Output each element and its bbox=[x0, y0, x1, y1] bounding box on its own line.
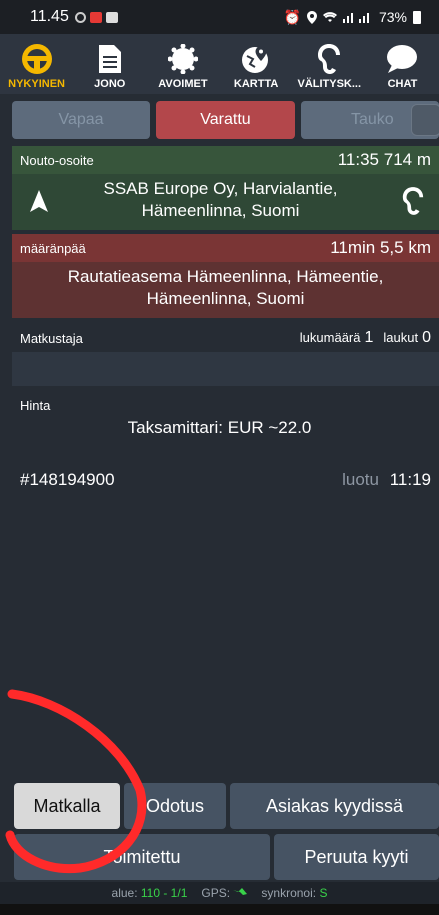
created-time: 11:19 bbox=[389, 470, 431, 489]
nav-tab-nykyinen[interactable]: NYKYINEN bbox=[0, 34, 73, 94]
pickup-label: Nouto-osoite bbox=[20, 152, 94, 168]
image-icon bbox=[105, 11, 118, 23]
bags-count: 0 bbox=[422, 329, 431, 346]
document-icon bbox=[98, 45, 121, 73]
nav-label: VÄLITYSK... bbox=[297, 78, 362, 90]
battery-percent: 73% bbox=[378, 9, 407, 25]
pickup-eta: 11:35 714 m bbox=[337, 150, 431, 169]
signal-icon bbox=[342, 12, 369, 23]
alarm-icon: ⏰ bbox=[283, 8, 301, 25]
price-label: Hinta bbox=[20, 398, 51, 413]
steering-wheel-icon bbox=[21, 44, 52, 74]
gps-label: GPS: bbox=[201, 886, 231, 900]
pickup-address: SSAB Europe Oy, Harvialantie, Hämeenlinn… bbox=[72, 178, 369, 222]
passenger-label: Matkustaja bbox=[20, 330, 83, 346]
order-created: luotu 11:19 bbox=[342, 470, 431, 490]
destination-address-line2: Hämeenlinna, Suomi bbox=[146, 289, 305, 308]
bags-label: laukut bbox=[383, 330, 419, 345]
nav-label: NYKYINEN bbox=[8, 78, 65, 90]
nav-tab-chat[interactable]: CHAT bbox=[366, 34, 439, 94]
pickup-address-panel[interactable]: SSAB Europe Oy, Harvialantie, Hämeenlinn… bbox=[12, 174, 439, 230]
destination-address-line1: Rautatieasema Hämeenlinna, Hämeentie, bbox=[67, 267, 384, 286]
starburst-icon bbox=[167, 44, 198, 74]
nav-label: CHAT bbox=[387, 78, 418, 90]
ear-icon[interactable] bbox=[401, 186, 425, 216]
nav-label: AVOIMET bbox=[158, 78, 208, 90]
break-switch[interactable] bbox=[411, 104, 439, 136]
destination-label: määränpää bbox=[20, 240, 86, 256]
sync-value: S bbox=[319, 886, 328, 900]
cancel-ride-button[interactable]: Peruuta kyyti bbox=[274, 834, 439, 880]
sync-label: synkronoi: bbox=[261, 886, 317, 900]
nav-tab-jono[interactable]: JONO bbox=[73, 34, 146, 94]
pickup-address-line2: Hämeenlinna, Suomi bbox=[141, 201, 300, 220]
area-value: 110 - 1/1 bbox=[140, 886, 188, 900]
ear-icon bbox=[318, 44, 341, 74]
pickup-header: Nouto-osoite 11:35 714 m bbox=[12, 146, 439, 174]
passenger-count: 1 bbox=[364, 329, 374, 346]
state-free-button[interactable]: Vapaa bbox=[12, 101, 150, 139]
top-navigation: NYKYINEN JONO AVOIMET KARTTA VÄLITYSK...… bbox=[0, 34, 439, 94]
system-navigation-bar bbox=[0, 904, 439, 915]
area-label: alue: bbox=[111, 886, 138, 900]
nav-label: JONO bbox=[94, 78, 126, 90]
pickup-address-line1: SSAB Europe Oy, Harvialantie, bbox=[103, 179, 338, 198]
battery-icon bbox=[413, 10, 421, 24]
nav-tab-valitys[interactable]: VÄLITYSK... bbox=[293, 34, 366, 94]
chat-bubble-icon bbox=[387, 45, 418, 73]
availability-toggle: Vapaa Varattu Tauko bbox=[0, 98, 439, 142]
delivered-button[interactable]: Toimitettu bbox=[14, 834, 270, 880]
destination-address-panel[interactable]: Rautatieasema Hämeenlinna, Hämeentie, Hä… bbox=[12, 262, 439, 318]
satellite-icon bbox=[233, 888, 248, 895]
order-id: #148194900 bbox=[20, 470, 115, 489]
circle-icon bbox=[74, 11, 86, 23]
destination-address: Rautatieasema Hämeenlinna, Hämeentie, Hä… bbox=[12, 266, 439, 310]
state-break-button[interactable]: Tauko bbox=[301, 101, 439, 139]
destination-eta: 11min 5,5 km bbox=[330, 238, 431, 257]
en-route-button[interactable]: Matkalla bbox=[14, 783, 120, 829]
customer-onboard-button[interactable]: Asiakas kyydissä bbox=[230, 783, 439, 829]
status-bar: 11.45 ⏰ 73% bbox=[0, 0, 439, 34]
nav-tab-kartta[interactable]: KARTTA bbox=[220, 34, 293, 94]
state-break-label: Tauko bbox=[351, 111, 394, 128]
nav-label: KARTTA bbox=[233, 78, 279, 90]
status-time: 11.45 bbox=[30, 8, 69, 25]
wifi-icon bbox=[322, 11, 337, 22]
navigation-arrow-icon[interactable] bbox=[30, 190, 48, 212]
passenger-info-panel bbox=[12, 352, 439, 386]
notification-icon bbox=[89, 11, 102, 23]
waiting-button[interactable]: Odotus bbox=[124, 783, 226, 829]
map-pin-icon bbox=[242, 46, 269, 73]
passenger-header: Matkustaja lukumäärä 1 laukut 0 bbox=[12, 324, 439, 352]
price-value: Taksamittari: EUR ~22.0 bbox=[127, 418, 312, 437]
passenger-count-label: lukumäärä bbox=[299, 330, 361, 345]
location-icon bbox=[306, 10, 317, 24]
created-label: luotu bbox=[342, 470, 379, 489]
status-footer: alue: 110 - 1/1 GPS: synkronoi: S bbox=[0, 882, 439, 904]
destination-header: määränpää 11min 5,5 km bbox=[12, 234, 439, 262]
state-busy-button[interactable]: Varattu bbox=[156, 101, 295, 139]
nav-tab-avoimet[interactable]: AVOIMET bbox=[146, 34, 219, 94]
